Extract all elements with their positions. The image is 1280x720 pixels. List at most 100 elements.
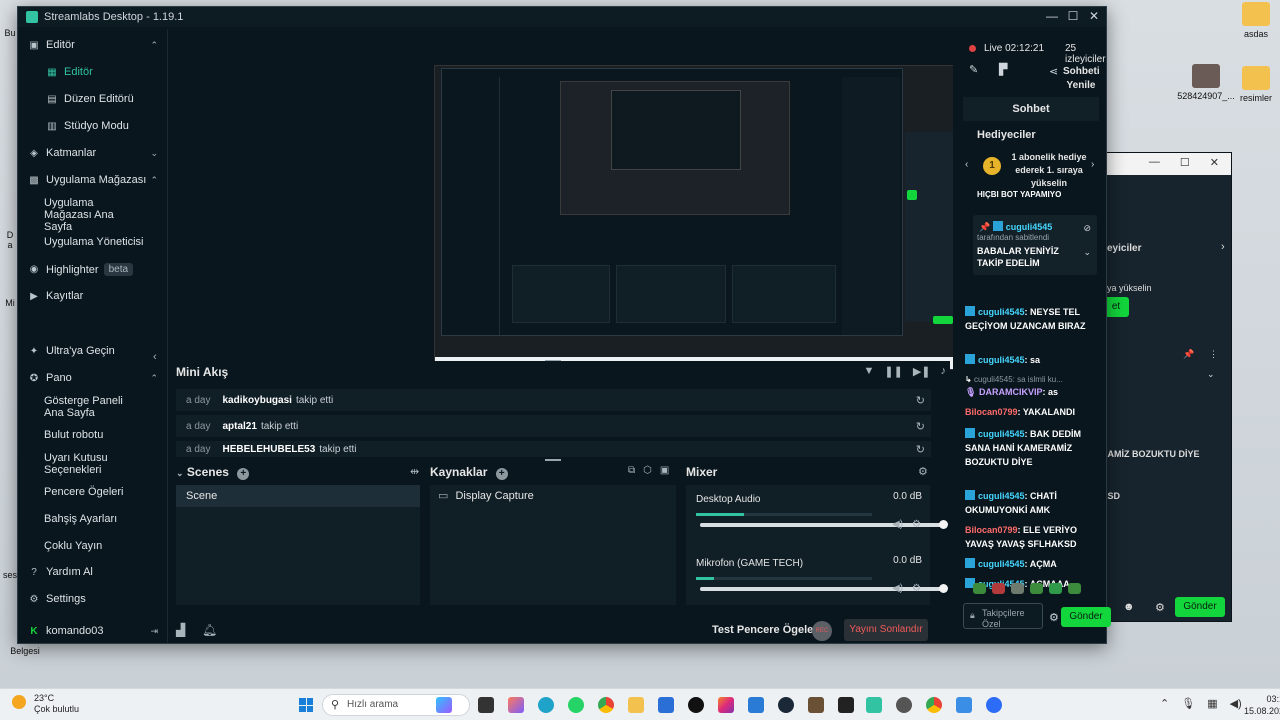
- add-source-button[interactable]: +: [495, 468, 508, 480]
- replay-icon[interactable]: ↻: [916, 420, 925, 433]
- sidebar-item-alertbox[interactable]: Uyarı Kutusu Seçenekleri: [44, 452, 144, 476]
- terminal-icon[interactable]: [838, 697, 854, 713]
- filter-icon[interactable]: ▼: [863, 365, 874, 378]
- end-stream-button[interactable]: Yayını Sonlandır: [844, 619, 928, 641]
- emote-icon[interactable]: [1049, 583, 1062, 594]
- chat-tab[interactable]: Sohbet: [963, 97, 1099, 121]
- feed-row[interactable]: a day HEBELEHUBELE53 takip etti ↻: [176, 441, 931, 457]
- chevron-up-icon[interactable]: ⌃: [1160, 697, 1169, 710]
- sidebar-item-studio-mode[interactable]: ▥ Stüdyo Modu: [46, 120, 129, 132]
- emote-icon[interactable]: [992, 583, 1005, 594]
- instagram-icon[interactable]: [718, 697, 734, 713]
- streamlabs-taskbar-icon[interactable]: [866, 697, 882, 713]
- maximize-icon[interactable]: ☐: [1180, 156, 1190, 172]
- sidebar-item-app-store-home[interactable]: Uygulama Mağazası Ana Sayfa: [44, 197, 144, 233]
- sidebar-group-app-store[interactable]: ▩ Uygulama Mağazası ⌃: [28, 174, 158, 186]
- speaker-icon[interactable]: ◀): [892, 583, 903, 594]
- sidebar-item-help[interactable]: ? Yardım Al: [28, 566, 93, 578]
- more-vertical-icon[interactable]: ⋮: [1209, 349, 1218, 360]
- whatsapp-icon[interactable]: [568, 697, 584, 713]
- speaker-icon[interactable]: ◀): [892, 519, 903, 530]
- record-button[interactable]: REC: [812, 621, 832, 641]
- edge-icon[interactable]: [538, 697, 554, 713]
- windows-start-icon[interactable]: [299, 698, 313, 712]
- network-icon[interactable]: ▦: [1207, 697, 1217, 710]
- performance-icon[interactable]: ▟: [176, 623, 185, 637]
- minecraft-icon[interactable]: [808, 697, 824, 713]
- sidebar-item-multistream[interactable]: Çoklu Yayın: [44, 540, 144, 552]
- test-widgets-button[interactable]: Test Pencere Ögeleri: [712, 624, 821, 636]
- scene-transition-icon[interactable]: ⇹: [410, 465, 419, 478]
- file-explorer-icon[interactable]: [628, 697, 644, 713]
- emote-icon[interactable]: [1011, 583, 1024, 594]
- emoji-icon[interactable]: ☻: [1123, 601, 1135, 613]
- gear-icon[interactable]: ⚙: [912, 519, 921, 530]
- sidebar-group-dashboard[interactable]: ✪ Pano ⌃: [28, 372, 158, 384]
- pinned-message[interactable]: 📌 cuguli4545 tarafından sabitlendi BABAL…: [973, 215, 1097, 275]
- desktop-icon-asdas[interactable]: asdas: [1226, 2, 1280, 39]
- sidebar-item-app-manager[interactable]: Uygulama Yöneticisi: [44, 236, 144, 248]
- replay-icon[interactable]: ↻: [916, 394, 925, 407]
- minimize-icon[interactable]: —: [1149, 156, 1160, 172]
- send-button[interactable]: Gönder: [1061, 607, 1111, 627]
- microphone-icon[interactable]: 🎙︎: [1181, 697, 1195, 710]
- source-item[interactable]: ▭ Display Capture: [430, 485, 676, 506]
- pencil-icon[interactable]: ✎: [969, 63, 978, 76]
- gear-icon[interactable]: ⚙: [912, 583, 921, 594]
- chevron-down-icon[interactable]: ⌄: [1083, 247, 1091, 258]
- close-icon[interactable]: ✕: [1210, 156, 1219, 172]
- steam-icon[interactable]: [778, 697, 794, 713]
- logout-icon[interactable]: ⇥: [150, 626, 158, 637]
- gear-icon[interactable]: ⚙: [1155, 601, 1165, 614]
- weather-widget[interactable]: 23°C Çok bulutlu: [12, 693, 79, 715]
- pause-icon[interactable]: ❚❚: [884, 365, 902, 378]
- sidebar-item-settings[interactable]: ⚙ Settings: [28, 593, 86, 605]
- refresh-chat-button[interactable]: Sohbeti Yenile: [1063, 65, 1100, 93]
- sidebar-item-dashboard-home[interactable]: Gösterge Paneli Ana Sayfa: [44, 395, 144, 419]
- chevron-right-icon[interactable]: ›: [1091, 159, 1094, 170]
- sidebar-user[interactable]: K komando03 ⇥: [28, 625, 158, 637]
- gear-icon[interactable]: ⚙: [918, 465, 928, 478]
- window-titlebar[interactable]: Streamlabs Desktop - 1.19.1 — ☐ ✕: [18, 7, 1106, 27]
- notification-bell-icon[interactable]: 🔔︎: [202, 623, 217, 637]
- stream-info-icon[interactable]: ▛: [999, 63, 1007, 76]
- photos-icon[interactable]: [956, 697, 972, 713]
- share-icon[interactable]: ⋖: [1049, 65, 1058, 78]
- sidebar-item-layers[interactable]: ◈ Katmanlar ⌄: [28, 147, 158, 159]
- sidebar-item-tip-settings[interactable]: Bahşiş Ayarları: [44, 513, 144, 525]
- maximize-button[interactable]: ☐: [1063, 9, 1083, 23]
- sidebar-item-cloudbot[interactable]: Bulut robotu: [44, 429, 144, 441]
- store-icon[interactable]: [658, 697, 674, 713]
- bg-send-button[interactable]: Gönder: [1175, 597, 1225, 617]
- minimize-button[interactable]: —: [1042, 9, 1062, 23]
- chevron-down-icon[interactable]: ⌄: [1207, 369, 1215, 380]
- taskbar-clock[interactable]: 03:1 15.08.202: [1244, 693, 1280, 717]
- unpin-icon[interactable]: ⊘: [1083, 223, 1091, 234]
- mail-icon[interactable]: [748, 697, 764, 713]
- chevron-down-icon[interactable]: ⌄: [176, 468, 184, 478]
- volume-icon[interactable]: ◀): [1230, 697, 1242, 710]
- sidebar-collapse-icon[interactable]: ‹: [153, 351, 157, 363]
- feed-row[interactable]: a day kadikoybugasi takip etti ↻: [176, 389, 931, 411]
- sidebar-item-ultra[interactable]: ✦ Ultra'ya Geçin: [28, 345, 115, 357]
- scene-item[interactable]: Scene: [176, 485, 420, 507]
- folder-icon[interactable]: ▣: [660, 465, 669, 476]
- replay-icon[interactable]: ↻: [916, 443, 925, 456]
- sidebar-item-highlighter[interactable]: ◉ Highlighter beta: [28, 263, 134, 276]
- chat-input[interactable]: 🔒︎ Takipçilere Özel: [963, 603, 1043, 629]
- duplicate-icon[interactable]: ⧉: [628, 465, 635, 476]
- desktop-icon-resimler[interactable]: resimler: [1226, 66, 1280, 103]
- streamlabs-window[interactable]: Streamlabs Desktop - 1.19.1 — ☐ ✕ ▣ Edit…: [17, 6, 1111, 644]
- settings-app-icon[interactable]: [896, 697, 912, 713]
- sidebar-group-editor[interactable]: ▣ Editör ⌃: [28, 39, 158, 51]
- close-button[interactable]: ✕: [1084, 9, 1104, 23]
- chevron-right-icon[interactable]: ›: [1221, 241, 1225, 253]
- add-scene-button[interactable]: +: [237, 468, 250, 480]
- volume-slider[interactable]: [700, 520, 948, 529]
- tiktok-icon[interactable]: [688, 697, 704, 713]
- pin-icon[interactable]: 📌: [1183, 349, 1194, 360]
- emote-icon[interactable]: [1030, 583, 1043, 594]
- group-icon[interactable]: ⬡: [643, 465, 652, 476]
- stream-preview[interactable]: [434, 65, 976, 370]
- sidebar-item-editor[interactable]: ▦ Editör: [46, 66, 92, 78]
